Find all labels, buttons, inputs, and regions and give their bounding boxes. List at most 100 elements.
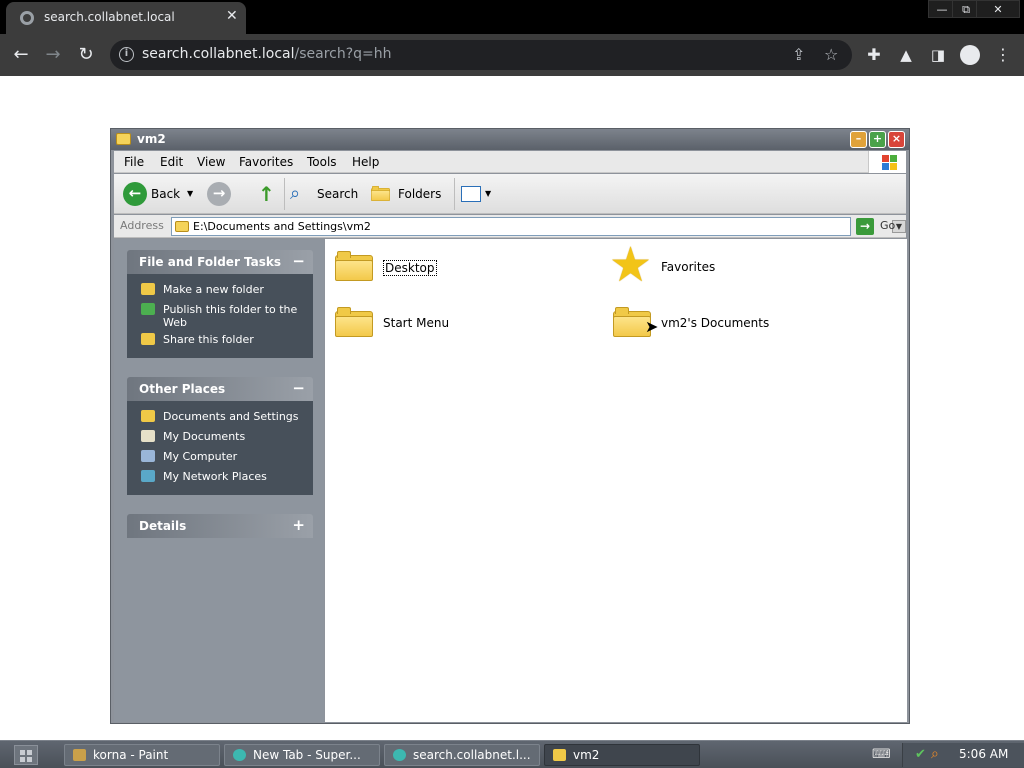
panel-body: Make a new folder Publish this folder to… [127, 274, 313, 358]
menu-favorites[interactable]: Favorites [239, 155, 293, 169]
back-arrow-icon[interactable]: ← [8, 42, 34, 68]
forward-arrow-icon[interactable]: → [40, 42, 66, 68]
go-arrow-icon[interactable]: → [856, 218, 874, 235]
address-value: E:\Documents and Settings\vm2 [193, 220, 371, 233]
taskbar-item-vm2[interactable]: vm2 [544, 744, 700, 766]
xp-close-button[interactable]: × [888, 131, 905, 148]
window-title: vm2 [137, 132, 166, 146]
folder-item-start-menu[interactable]: Start Menu [335, 305, 465, 345]
folders-icon[interactable] [371, 185, 390, 201]
folder-item-desktop[interactable]: Desktop [335, 249, 465, 289]
explorer-toolbar: ← Back ▼ → ↑ ⌕ Search Folders ▼ [114, 174, 906, 214]
expand-icon[interactable]: + [292, 516, 305, 534]
folder-icon [141, 410, 155, 422]
xp-maximize-button[interactable]: + [869, 131, 886, 148]
search-icon[interactable]: ⌕ [290, 180, 300, 208]
tab-strip: search.collabnet.local ✕ — ⧉ ✕ [0, 0, 1024, 34]
file-folder-tasks-panel: File and Folder Tasks − Make a new folde… [127, 250, 313, 358]
folder-icon [335, 305, 373, 337]
start-button[interactable] [14, 745, 38, 765]
clock[interactable]: 5:06 AM [959, 747, 1008, 761]
task-make-new-folder[interactable]: Make a new folder [127, 280, 313, 300]
menu-kebab-icon[interactable]: ⋮ [990, 42, 1016, 68]
browser-window: search.collabnet.local ✕ — ⧉ ✕ ← → ↻ i s… [0, 0, 1024, 740]
panel-header[interactable]: File and Folder Tasks − [127, 250, 313, 274]
tab-close-icon[interactable]: ✕ [226, 8, 238, 24]
reload-icon[interactable]: ↻ [73, 42, 99, 68]
views-icon [461, 186, 481, 202]
place-my-computer[interactable]: My Computer [127, 447, 313, 467]
info-icon[interactable]: i [119, 47, 134, 62]
address-bar[interactable]: i search.collabnet.local/search?q=hh ⇪ ☆ [110, 40, 852, 70]
share-folder-icon [141, 333, 155, 345]
network-icon[interactable]: ✔ [915, 747, 926, 762]
explorer-titlebar[interactable]: vm2 – + × [111, 129, 909, 150]
menu-view[interactable]: View [197, 155, 225, 169]
taskbar-item-new-tab[interactable]: New Tab - Super... [224, 744, 380, 766]
address-field[interactable]: E:\Documents and Settings\vm2 ▼ [171, 217, 906, 236]
close-button[interactable]: ✕ [976, 0, 1020, 18]
star-icon: ★ [609, 237, 653, 293]
keyboard-icon[interactable]: ⌨ [872, 747, 891, 762]
menu-tools[interactable]: Tools [307, 155, 337, 169]
mouse-cursor-icon: ➤ [645, 317, 659, 336]
place-documents-and-settings[interactable]: Documents and Settings [127, 407, 313, 427]
folder-icon [335, 249, 373, 281]
menu-edit[interactable]: Edit [160, 155, 183, 169]
folder-icon [553, 749, 566, 761]
back-button[interactable]: Back [151, 180, 180, 208]
views-dropdown-icon: ▼ [485, 189, 492, 198]
panel-body: Documents and Settings My Documents My C… [127, 401, 313, 495]
panel-title: Other Places [139, 382, 226, 396]
collapse-icon[interactable]: − [292, 252, 305, 270]
labs-icon[interactable]: ▲ [893, 42, 919, 68]
search-button[interactable]: Search [317, 180, 358, 208]
back-arrow-icon[interactable]: ← [123, 182, 147, 206]
bookmark-star-icon[interactable]: ☆ [824, 45, 838, 64]
folder-item-vm2-documents[interactable]: vm2's Documents ➤ [613, 305, 783, 345]
address-row: Address E:\Documents and Settings\vm2 ▼ … [114, 215, 906, 238]
menu-bar: File Edit View Favorites Tools Help [114, 151, 906, 173]
explorer-window: vm2 – + × File Edit View Favorites Tools… [110, 128, 910, 724]
share-icon[interactable]: ⇪ [792, 45, 805, 64]
my-documents-icon [141, 430, 155, 442]
taskbar: korna - Paint New Tab - Super... search.… [0, 740, 1024, 768]
browser-tab[interactable]: search.collabnet.local ✕ [6, 2, 246, 34]
browser-icon [233, 749, 246, 761]
task-pane: File and Folder Tasks − Make a new folde… [114, 239, 324, 722]
folder-icon [116, 133, 131, 145]
taskbar-item-paint[interactable]: korna - Paint [64, 744, 220, 766]
search-tray-icon[interactable]: ⌕ [931, 746, 939, 762]
panel-header[interactable]: Details + [127, 514, 313, 538]
browser-toolbar: ← → ↻ i search.collabnet.local/search?q=… [0, 34, 1024, 76]
address-label: Address [120, 219, 164, 232]
panel-header[interactable]: Other Places − [127, 377, 313, 401]
profile-avatar-icon[interactable] [957, 42, 983, 68]
details-panel: Details + [127, 514, 313, 538]
start-grid-icon [20, 750, 25, 755]
folders-button[interactable]: Folders [398, 180, 441, 208]
place-my-documents[interactable]: My Documents [127, 427, 313, 447]
panel-title: File and Folder Tasks [139, 255, 282, 269]
extensions-icon[interactable]: ✚ [861, 42, 887, 68]
task-publish-folder[interactable]: Publish this folder to the Web [127, 300, 313, 330]
forward-arrow-icon[interactable]: → [207, 182, 231, 206]
other-places-panel: Other Places − Documents and Settings My… [127, 377, 313, 495]
back-dropdown-icon[interactable]: ▼ [187, 180, 193, 208]
xp-minimize-button[interactable]: – [850, 131, 867, 148]
folder-item-favorites[interactable]: ★ Favorites [609, 239, 749, 291]
taskbar-item-search[interactable]: search.collabnet.l... [384, 744, 540, 766]
up-folder-icon[interactable]: ↑ [258, 180, 275, 208]
go-button[interactable]: Go [880, 219, 895, 232]
windows-logo-icon [868, 151, 906, 173]
side-panel-icon[interactable]: ◨ [925, 42, 951, 68]
task-share-folder[interactable]: Share this folder [127, 330, 313, 350]
menu-help[interactable]: Help [352, 155, 379, 169]
toolbar-separator [284, 178, 285, 210]
collapse-icon[interactable]: − [292, 379, 305, 397]
place-my-network-places[interactable]: My Network Places [127, 467, 313, 487]
views-button[interactable]: ▼ [461, 180, 493, 208]
folder-contents: Desktop ★ Favorites Start Menu vm2's Doc… [325, 239, 907, 722]
menu-file[interactable]: File [124, 155, 144, 169]
url-text[interactable]: search.collabnet.local/search?q=hh [142, 46, 392, 62]
